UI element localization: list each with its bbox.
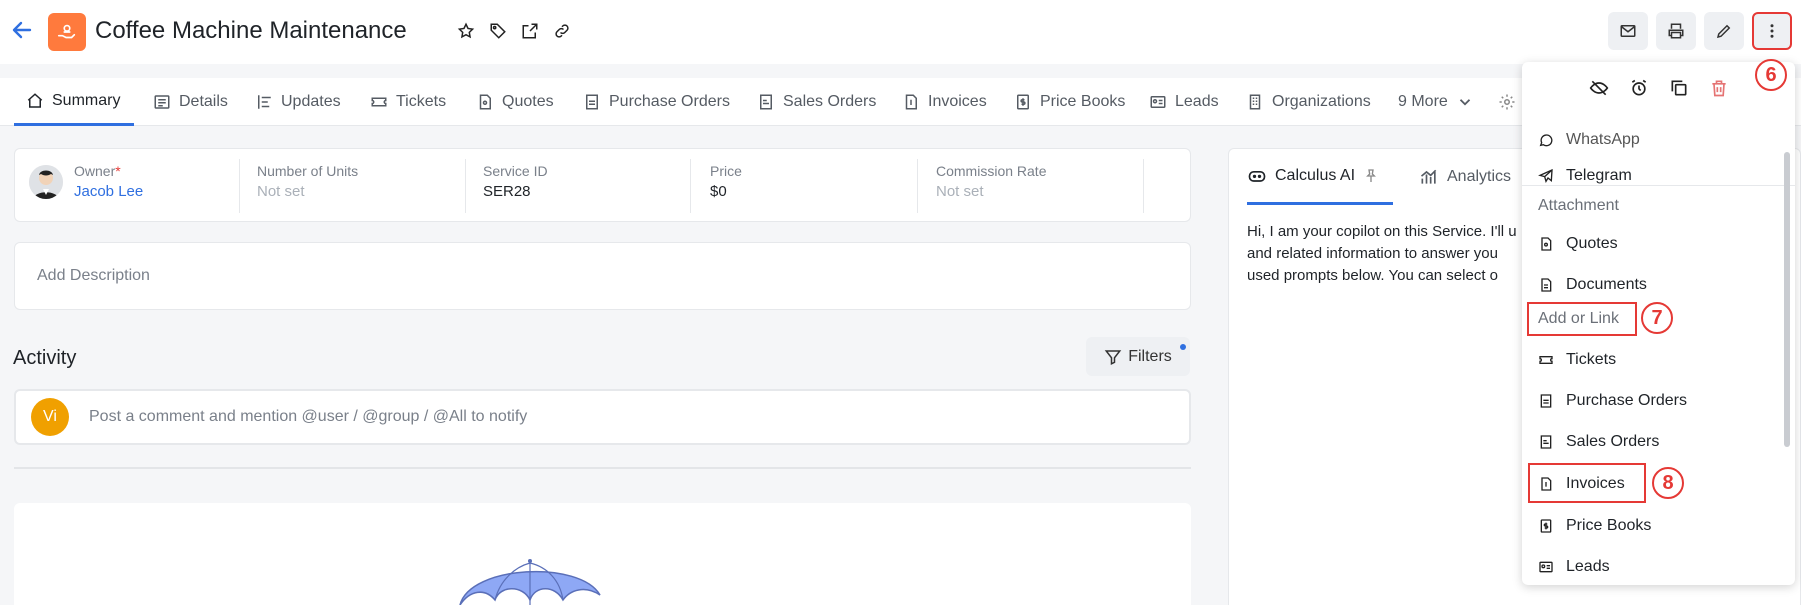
annotation-box-invoices [1528, 463, 1646, 503]
menu-item-sales-orders[interactable]: Sales Orders [1522, 424, 1795, 460]
tab-details[interactable]: Details [153, 78, 228, 126]
whatsapp-icon [1539, 134, 1553, 147]
lead-icon [1150, 96, 1166, 108]
eye-off-icon[interactable] [1588, 77, 1610, 99]
menu-item-price-books[interactable]: Price Books [1522, 508, 1795, 544]
telegram-icon [1538, 168, 1553, 183]
annotation-box-add-or-link [1527, 302, 1637, 336]
list-icon [154, 95, 170, 109]
email-button[interactable] [1608, 12, 1648, 50]
tab-purchase-orders[interactable]: Purchase Orders [583, 78, 730, 126]
quote-icon [1541, 237, 1552, 251]
more-actions-button[interactable] [1752, 12, 1792, 50]
tab-sales-orders[interactable]: Sales Orders [757, 78, 876, 126]
tab-updates[interactable]: Updates [255, 78, 341, 126]
lead-icon [1539, 561, 1553, 573]
comment-box[interactable]: Vi Post a comment and mention @user / @g… [14, 389, 1191, 445]
tab-price-books[interactable]: Price Books [1014, 78, 1125, 126]
tab-invoices[interactable]: Invoices [902, 78, 987, 126]
filters-button[interactable]: Filters [1086, 337, 1190, 376]
menu-item-whatsapp[interactable]: WhatsApp [1522, 122, 1795, 158]
tag-icon[interactable] [487, 20, 509, 42]
user-avatar: Vi [31, 398, 69, 436]
edit-button[interactable] [1704, 12, 1744, 50]
ticket-icon [1539, 356, 1553, 364]
more-vertical-icon [1770, 24, 1774, 38]
tab-organizations[interactable]: Organizations [1246, 78, 1371, 126]
record-header: Coffee Machine Maintenance [0, 0, 1801, 64]
organization-icon [1249, 94, 1261, 110]
gear-icon [1499, 94, 1515, 110]
external-link-icon[interactable] [519, 20, 541, 42]
activity-heading: Activity [13, 347, 77, 369]
annotation-marker-8: 8 [1652, 467, 1684, 499]
quote-icon [479, 94, 491, 110]
purchase-order-icon [586, 94, 598, 110]
price-book-icon [1017, 94, 1029, 110]
updates-icon [258, 95, 271, 109]
tab-quotes[interactable]: Quotes [476, 78, 554, 126]
email-icon [1620, 25, 1636, 37]
alarm-icon[interactable] [1628, 77, 1650, 99]
tab-analytics[interactable]: Analytics [1419, 149, 1511, 205]
purchase-order-icon [1540, 394, 1552, 408]
activity-divider [14, 467, 1191, 469]
tab-tickets[interactable]: Tickets [370, 78, 446, 126]
service-app-icon [48, 13, 86, 51]
number-of-units-field[interactable]: Number of Units Not set [257, 163, 358, 211]
copilot-intro-text: Hi, I am your copilot on this Service. I… [1247, 223, 1517, 284]
sales-order-icon [760, 94, 772, 110]
pin-icon [1366, 168, 1376, 182]
tab-summary[interactable]: Summary [14, 78, 135, 126]
menu-item-telegram[interactable]: Telegram [1522, 158, 1795, 194]
tab-settings[interactable] [1498, 78, 1516, 126]
filter-icon [1104, 349, 1122, 365]
owner-link[interactable]: Jacob Lee [74, 183, 143, 200]
menu-item-documents[interactable]: Documents [1522, 267, 1795, 303]
document-icon [1541, 278, 1552, 292]
invoice-icon [905, 94, 917, 110]
commission-rate-field[interactable]: Commission Rate Not set [936, 163, 1046, 211]
ticket-icon [371, 97, 387, 107]
print-button[interactable] [1656, 12, 1696, 50]
menu-item-leads[interactable]: Leads [1522, 549, 1795, 585]
analytics-icon [1420, 169, 1437, 184]
menu-item-tickets[interactable]: Tickets [1522, 342, 1795, 378]
menu-item-quotes[interactable]: Quotes [1522, 226, 1795, 262]
annotation-marker-6: 6 [1755, 59, 1787, 91]
print-icon [1668, 23, 1684, 39]
home-icon [27, 92, 43, 108]
tab-calculus-ai[interactable]: Calculus AI [1247, 149, 1394, 205]
tab-leads[interactable]: Leads [1149, 78, 1219, 126]
back-arrow-icon[interactable] [10, 18, 34, 42]
key-fields-bar: Owner* Jacob Lee Number of Units Not set… [14, 148, 1191, 222]
page-title: Coffee Machine Maintenance [95, 17, 407, 44]
ai-bot-icon [1248, 170, 1266, 182]
description-box[interactable]: Add Description [14, 242, 1191, 310]
owner-field: Owner* Jacob Lee [74, 163, 144, 200]
sales-order-icon [1540, 435, 1552, 449]
copy-icon[interactable] [1668, 77, 1690, 99]
star-icon[interactable] [455, 20, 477, 42]
menu-quick-actions [1522, 62, 1795, 114]
owner-avatar [29, 165, 63, 199]
tab-more[interactable]: 9 More [1398, 78, 1474, 126]
umbrella-illustration [459, 559, 601, 605]
service-id-field: Service ID SER28 [483, 163, 548, 200]
menu-item-purchase-orders[interactable]: Purchase Orders [1522, 383, 1795, 419]
price-field[interactable]: Price $0 [710, 163, 742, 211]
menu-section-attachment: Attachment [1538, 197, 1619, 214]
link-icon[interactable] [551, 20, 573, 42]
annotation-marker-7: 7 [1641, 302, 1673, 334]
pencil-icon [1716, 24, 1731, 39]
trash-icon[interactable] [1708, 77, 1730, 99]
filter-active-dot [1180, 344, 1186, 350]
comment-placeholder: Post a comment and mention @user / @grou… [89, 408, 528, 425]
description-placeholder: Add Description [37, 267, 150, 284]
menu-scrollbar[interactable] [1784, 152, 1790, 447]
price-book-icon [1540, 519, 1552, 533]
chevron-down-icon [1459, 99, 1470, 106]
